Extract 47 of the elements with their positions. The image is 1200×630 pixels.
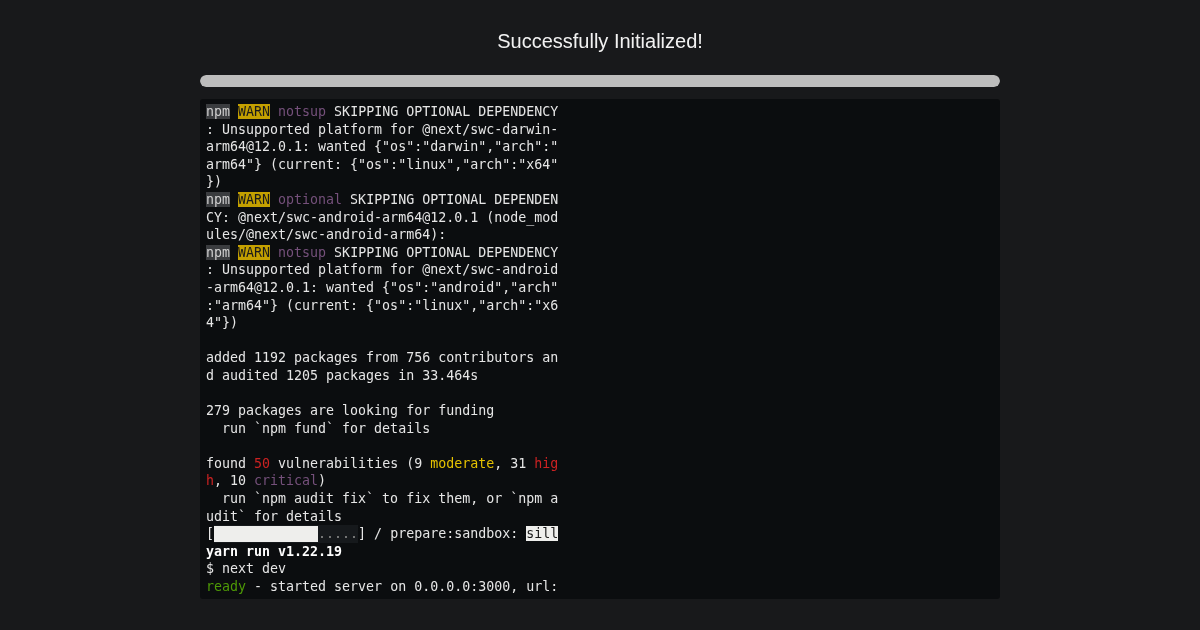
terminal-text: critical (254, 473, 319, 489)
terminal-text: hig (534, 455, 559, 471)
terminal-text: notsup (278, 244, 327, 260)
terminal-text: npm (206, 104, 231, 119)
terminal-text: WARN (238, 191, 271, 207)
terminal-text: sill (526, 526, 559, 542)
terminal-text: added 1192 packages from 756 contributors an (206, 350, 559, 366)
terminal-text: SKIPPING OPTIONAL DEPENDENCY (333, 104, 559, 119)
terminal-text: $ next dev (206, 561, 287, 577)
terminal-text: ] / prepare:sandbox: (358, 526, 520, 542)
terminal-text: }) (206, 174, 222, 190)
terminal-text: : Unsupported platform for @next/swc-darwin- (206, 121, 559, 137)
terminal-text: ..... (318, 525, 359, 543)
terminal-text: found (206, 455, 248, 471)
terminal-text: run `npm fund` for details (221, 420, 431, 436)
terminal-text: npm (206, 191, 231, 207)
terminal-text: WARN (238, 244, 271, 260)
terminal-text: ) (318, 473, 327, 489)
terminal-text: run `npm audit fix` to fix them, or `npm a (221, 491, 559, 507)
terminal-text: ules/@next/swc-android-arm64): (206, 227, 447, 243)
terminal-text: CY: @next/swc-android-arm64@12.0.1 (node_mod (206, 209, 559, 225)
terminal-text: ready (206, 579, 247, 595)
terminal-text: 4"}) (206, 315, 239, 331)
terminal-text: - started server on 0.0.0.0:3000, url: (253, 579, 559, 595)
terminal-text: notsup (278, 104, 327, 119)
terminal-text: vulnerabilities (9 (277, 455, 424, 471)
terminal-text: 279 packages are looking for funding (206, 403, 495, 419)
terminal-text: :"arm64"} (current: {"os":"linux","arch":"x6 (206, 297, 559, 313)
terminal-text: yarn run v1.22.19 (206, 543, 343, 559)
terminal-text: optional (278, 191, 343, 207)
terminal-text: , 31 (494, 455, 528, 471)
terminal-text: SKIPPING OPTIONAL DEPENDENCY (333, 244, 559, 260)
terminal-text: : Unsupported platform for @next/swc-android (206, 262, 559, 278)
terminal-text: WARN (238, 104, 271, 119)
terminal-text: moderate (430, 455, 495, 471)
terminal-text: [ (206, 526, 214, 542)
terminal-text: npm (206, 244, 231, 260)
terminal-text: -arm64@12.0.1: wanted {"os":"android","arch" (206, 279, 559, 295)
terminal-text: 50 (254, 455, 271, 471)
terminal-text: udit` for details (206, 508, 343, 524)
terminal-text: h (206, 473, 214, 489)
page-title: Successfully Initialized! (497, 30, 703, 53)
terminal-text: SKIPPING OPTIONAL DEPENDEN (349, 191, 559, 207)
terminal-text: arm64@12.0.1: wanted {"os":"darwin","arch":" (206, 139, 559, 155)
terminal-text: d audited 1205 packages in 33.464s (206, 367, 479, 383)
terminal-text: , 10 (214, 473, 248, 489)
terminal-text: arm64"} (current: {"os":"linux","arch":"x64" (206, 156, 559, 172)
